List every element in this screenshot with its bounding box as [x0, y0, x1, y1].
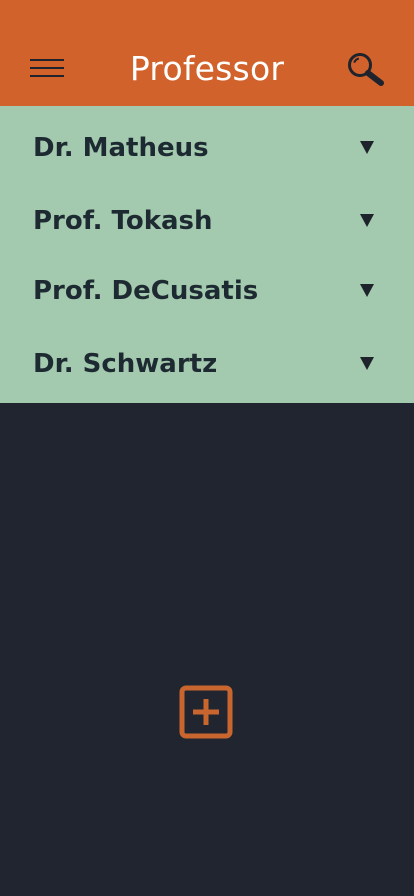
professor-name: Prof. Tokash — [33, 206, 213, 236]
chevron-down-icon[interactable] — [360, 214, 374, 227]
add-button[interactable] — [178, 684, 234, 740]
search-icon[interactable] — [346, 50, 386, 88]
page-title: Professor — [129, 49, 285, 88]
professor-name: Dr. Matheus — [33, 133, 209, 163]
professor-name: Prof. DeCusatis — [33, 276, 259, 306]
chevron-down-icon[interactable] — [360, 357, 374, 370]
app-header: Professor — [0, 0, 414, 106]
add-icon — [179, 685, 233, 739]
hamburger-menu-icon[interactable] — [28, 54, 66, 82]
professor-item-tokash[interactable]: Prof. Tokash — [0, 179, 414, 251]
professor-list: Dr. Matheus Prof. Tokash Prof. DeCusatis… — [0, 106, 414, 403]
professor-item-decusatis[interactable]: Prof. DeCusatis — [0, 249, 414, 321]
professor-item-matheus[interactable]: Dr. Matheus — [0, 106, 414, 178]
professor-item-schwartz[interactable]: Dr. Schwartz — [0, 322, 414, 394]
professor-name: Dr. Schwartz — [33, 349, 218, 379]
chevron-down-icon[interactable] — [360, 141, 374, 154]
chevron-down-icon[interactable] — [360, 284, 374, 297]
